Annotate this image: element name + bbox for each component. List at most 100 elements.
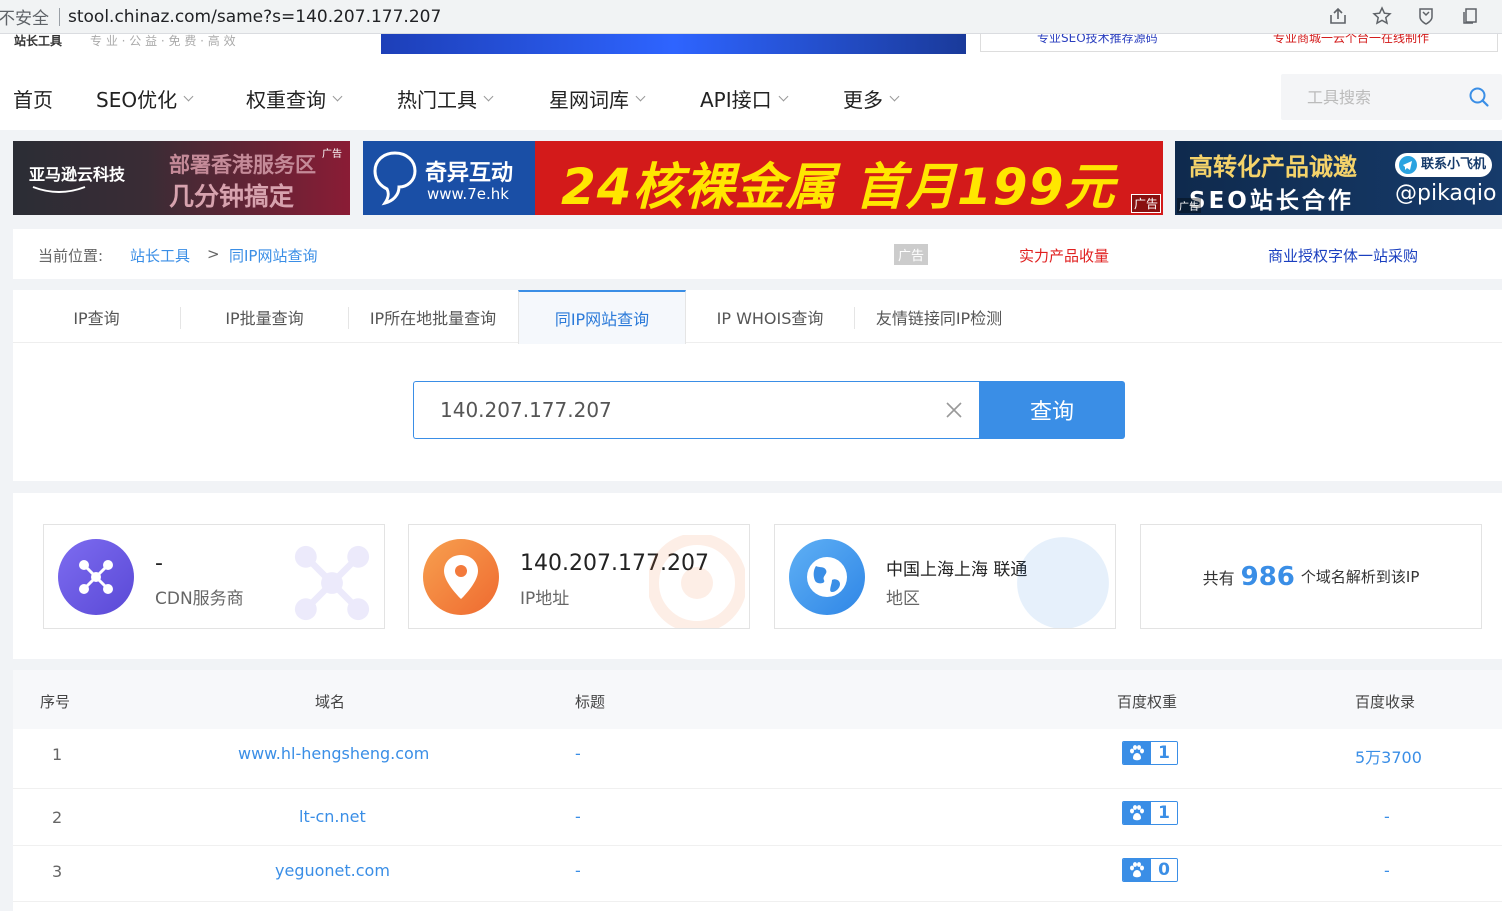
row-index: 2 [52,808,63,827]
tab-same-ip[interactable]: 同IP网站查询 [518,290,686,344]
tool-search-input[interactable] [1281,74,1461,120]
tab-ip-batch[interactable]: IP批量查询 [181,290,348,343]
top-text-ad-2[interactable]: 专业商城一云个台一在线制作 [1273,34,1429,46]
total-count: 986 [1240,561,1295,592]
table-row: 2 lt-cn.net - 1 - [13,790,1502,846]
tab-ip-location-batch[interactable]: IP所在地批量查询 [349,290,517,343]
search-icon[interactable] [1468,86,1490,112]
nav-more[interactable]: 更多 [843,84,900,113]
tab-friendlink-ip[interactable]: 友情链接同IP检测 [855,290,1023,343]
cdn-value: - [155,551,163,576]
top-strip: 站长工具 专 业 · 公 益 · 免 费 · 高 效 专业SEO技术推荐源码 专… [0,34,1502,54]
chevron-down-icon [483,91,494,101]
nav-weight[interactable]: 权重查询 [246,84,343,113]
tab-ip-query[interactable]: IP查询 [13,290,180,343]
ad2-tag: 广告 [1130,194,1161,213]
ad-banner-aws[interactable]: 亚马逊云科技 部署香港服务区 几分钟搞定 广告 [13,141,350,215]
ad1-line1: 部署香港服务区 [169,153,316,177]
nav-home-label: 首页 [13,88,53,112]
bookmark-star-icon[interactable] [1370,4,1394,28]
nav-home[interactable]: 首页 [13,84,53,113]
baidu-weight-value: 1 [1151,742,1177,764]
nav-seo-label: SEO优化 [96,88,178,112]
ip-query-box [413,381,979,439]
ad3-line2: SEO站长合作 [1189,188,1354,214]
row-title: - [575,861,581,880]
header-index: 序号 [40,693,71,711]
ip-label: IP地址 [520,589,570,609]
nav-keywords[interactable]: 星网词库 [549,84,646,113]
nav-keywords-label: 星网词库 [549,88,629,112]
top-text-ad-1[interactable]: 专业SEO技术推荐源码 [1037,34,1158,46]
telegram-icon [1399,156,1417,174]
tool-search [1281,74,1502,120]
row-index: 3 [52,862,63,881]
stat-region: 中国上海上海 联通 地区 [774,524,1116,629]
ad3-tag: 广告 [1177,198,1201,213]
ad3-contact-label: 联系小飞机 [1421,157,1487,172]
nav-weight-label: 权重查询 [246,88,326,112]
chevron-down-icon [778,91,789,101]
total-suffix: 个域名解析到该IP [1300,568,1420,586]
cdn-label: CDN服务商 [155,589,244,609]
header-title: 标题 [575,693,606,711]
target-watermark-icon [649,535,745,628]
ad3-handle: @pikaqio [1395,181,1497,206]
site-slogan: 专 业 · 公 益 · 免 费 · 高 效 [90,34,236,48]
row-domain-link[interactable]: yeguonet.com [275,861,390,880]
tab-ip-whois[interactable]: IP WHOIS查询 [686,290,854,343]
row-domain-link[interactable]: lt-cn.net [299,807,366,826]
nav-seo[interactable]: SEO优化 [96,84,194,113]
table-row: 1 www.hl-hengsheng.com - 1 5万3700 [13,729,1502,789]
ad1-tag: 广告 [322,149,342,160]
ad3-line1: 高转化产品诚邀 [1189,153,1357,181]
url-text[interactable]: stool.chinaz.com/same?s=140.207.177.207 [68,7,441,27]
ad2-headline: 24核裸金属 首月199元 [561,158,1116,215]
row-domain-link[interactable]: www.hl-hengsheng.com [238,744,429,763]
address-separator [59,7,60,26]
ad1-brand: 亚马逊云科技 [29,165,126,184]
tool-tabs: IP查询 IP批量查询 IP所在地批量查询 同IP网站查询 IP WHOIS查询… [13,290,1502,344]
extension-shield-icon[interactable] [1414,4,1438,28]
breadcrumb: 当前位置: 站长工具 > 同IP网站查询 广告 实力产品收量 商业授权字体一站采… [13,229,1502,279]
baidu-weight-badge[interactable]: 0 [1122,858,1178,882]
chevron-down-icon [332,91,343,101]
top-text-ads: 专业SEO技术推荐源码 专业商城一云个台一在线制作 [980,34,1498,52]
query-button[interactable]: 查询 [979,381,1125,439]
ad-banner-seo-partner[interactable]: 高转化产品诚邀 SEO站长合作 联系小飞机 @pikaqio 广告 [1175,141,1502,215]
clear-icon[interactable] [945,401,963,423]
nav-api-label: API接口 [700,88,772,112]
baidu-paw-icon [1123,802,1151,824]
extension-copy-icon[interactable] [1458,4,1482,28]
network-icon [58,539,134,615]
baidu-paw-icon [1123,742,1151,764]
header-baidu-indexed: 百度收录 [1355,693,1416,711]
baidu-weight-badge[interactable]: 1 [1122,801,1178,825]
top-banner-ad[interactable] [381,34,966,54]
breadcrumb-ad-link-1[interactable]: 实力产品收量 [1019,245,1109,266]
row-indexed: - [1384,861,1390,880]
location-pin-icon [423,539,499,615]
ad-banner-7ehk[interactable]: 奇异互动 www.7e.hk 24核裸金属 首月199元 广告 [363,141,1163,215]
chevron-down-icon [183,91,194,101]
insecure-label[interactable]: 不安全 [0,4,49,29]
nav-more-label: 更多 [843,88,883,112]
breadcrumb-level1[interactable]: 站长工具 [130,245,190,266]
nav-hot-tools[interactable]: 热门工具 [397,84,494,113]
breadcrumb-ad-link-2[interactable]: 商业授权字体一站采购 [1268,245,1418,266]
site-logo[interactable]: 站长工具 [14,34,62,49]
table-header: 序号 域名 标题 百度权重 百度收录 [13,670,1502,729]
results-table: 序号 域名 标题 百度权重 百度收录 1 www.hl-hengsheng.co… [13,670,1502,911]
tool-panel: IP查询 IP批量查询 IP所在地批量查询 同IP网站查询 IP WHOIS查询… [13,290,1502,481]
breadcrumb-level2[interactable]: 同IP网站查询 [229,245,317,266]
row-indexed[interactable]: 5万3700 [1355,744,1422,768]
region-label: 地区 [886,589,920,609]
baidu-weight-badge[interactable]: 1 [1122,741,1178,765]
breadcrumb-separator: > [207,245,220,263]
main-nav: 首页 SEO优化 权重查询 热门工具 星网词库 API接口 更多 [0,54,1502,130]
chevron-down-icon [889,91,900,101]
ip-query-input[interactable] [414,382,934,438]
smile-logo-icon [32,186,86,193]
share-icon[interactable] [1326,4,1350,28]
nav-api[interactable]: API接口 [700,84,789,113]
